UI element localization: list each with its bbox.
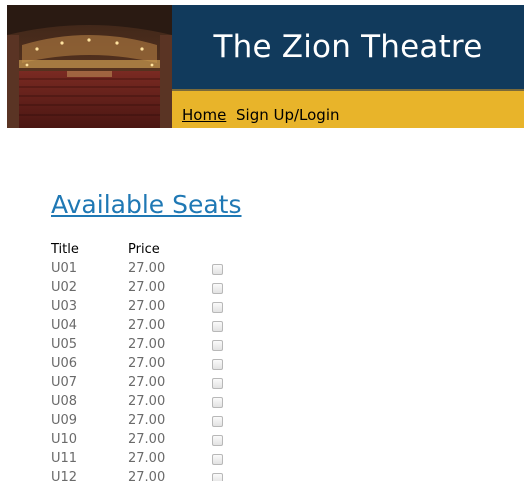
seat-checkbox[interactable] <box>212 359 223 370</box>
seat-checkbox[interactable] <box>212 321 223 332</box>
seat-title: U11 <box>51 451 78 466</box>
seat-price: 27.00 <box>128 394 166 409</box>
table-row: U11 27.00 <box>51 449 291 468</box>
theatre-interior-image <box>7 5 172 128</box>
seat-price: 27.00 <box>128 432 166 447</box>
theatre-photo <box>7 5 172 128</box>
seat-title: U08 <box>51 394 78 409</box>
table-row: U08 27.00 <box>51 392 291 411</box>
table-header-row: Title Price <box>51 240 291 259</box>
table-row: U06 27.00 <box>51 354 291 373</box>
table-row: U04 27.00 <box>51 316 291 335</box>
column-header-price: Price <box>128 242 160 257</box>
column-header-title: Title <box>51 242 79 257</box>
seat-title: U01 <box>51 261 78 276</box>
seat-checkbox[interactable] <box>212 340 223 351</box>
seat-title: U09 <box>51 413 78 428</box>
seat-title: U12 <box>51 470 78 481</box>
table-row: U01 27.00 <box>51 259 291 278</box>
page-heading[interactable]: Available Seats <box>51 190 242 219</box>
seat-checkbox[interactable] <box>212 454 223 465</box>
seat-checkbox[interactable] <box>212 397 223 408</box>
table-row: U12 27.00 <box>51 468 291 481</box>
seat-checkbox[interactable] <box>212 378 223 389</box>
seats-table: Title Price U01 27.00 U02 27.00 U03 27.00 U04 2… <box>51 240 291 481</box>
seat-title: U07 <box>51 375 78 390</box>
nav-signup-login-link[interactable]: Sign Up/Login <box>236 106 340 124</box>
seat-price: 27.00 <box>128 299 166 314</box>
seat-checkbox[interactable] <box>212 473 223 481</box>
table-row: U03 27.00 <box>51 297 291 316</box>
nav-home-link[interactable]: Home <box>182 106 226 124</box>
seat-price: 27.00 <box>128 375 166 390</box>
seat-rows: U01 27.00 U02 27.00 U03 27.00 U04 27.00 U05 27.00… <box>51 259 291 481</box>
seat-price: 27.00 <box>128 470 166 481</box>
seat-title: U06 <box>51 356 78 371</box>
table-row: U02 27.00 <box>51 278 291 297</box>
seat-price: 27.00 <box>128 280 166 295</box>
seat-price: 27.00 <box>128 261 166 276</box>
seat-price: 27.00 <box>128 356 166 371</box>
seat-checkbox[interactable] <box>212 416 223 427</box>
seat-title: U03 <box>51 299 78 314</box>
table-row: U10 27.00 <box>51 430 291 449</box>
seat-checkbox[interactable] <box>212 435 223 446</box>
nav-bar: Home Sign Up/Login <box>172 91 524 128</box>
seat-title: U05 <box>51 337 78 352</box>
site-title: The Zion Theatre <box>213 29 483 65</box>
seat-checkbox[interactable] <box>212 283 223 294</box>
table-row: U05 27.00 <box>51 335 291 354</box>
seat-price: 27.00 <box>128 451 166 466</box>
site-header: The Zion Theatre Home Sign Up/Login <box>7 5 524 128</box>
seat-title: U04 <box>51 318 78 333</box>
table-row: U09 27.00 <box>51 411 291 430</box>
seat-price: 27.00 <box>128 318 166 333</box>
seat-title: U02 <box>51 280 78 295</box>
seat-checkbox[interactable] <box>212 302 223 313</box>
seat-title: U10 <box>51 432 78 447</box>
seat-price: 27.00 <box>128 337 166 352</box>
title-bar: The Zion Theatre <box>172 5 524 89</box>
seat-price: 27.00 <box>128 413 166 428</box>
seat-checkbox[interactable] <box>212 264 223 275</box>
table-row: U07 27.00 <box>51 373 291 392</box>
